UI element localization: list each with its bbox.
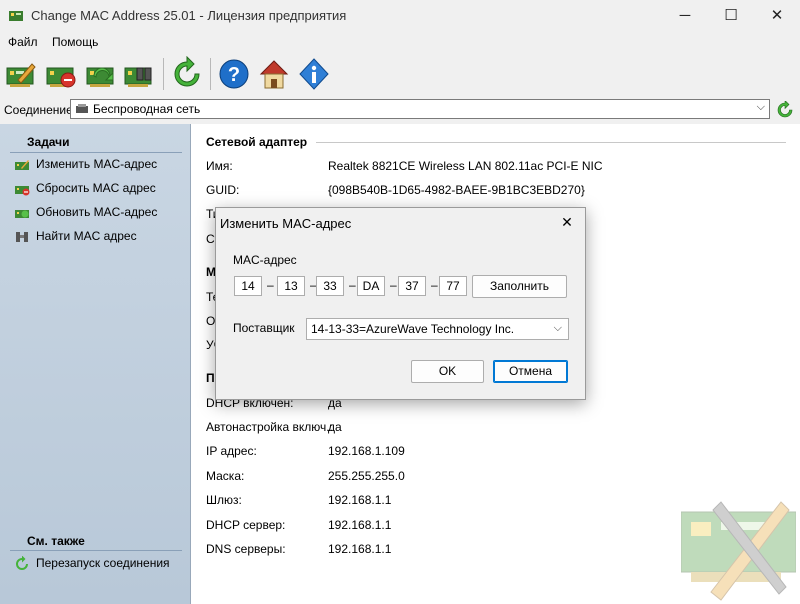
minimize-button[interactable]: ─	[662, 0, 708, 32]
autoconfig-value: да	[328, 420, 342, 434]
adapter-name-label: Имя:	[206, 159, 233, 173]
subnet-mask-label: Маска:	[206, 469, 245, 483]
network-adapter-icon	[76, 104, 88, 113]
info-icon[interactable]	[297, 56, 331, 92]
connection-value: Беспроводная сеть	[93, 102, 201, 116]
menu-file[interactable]: Файл	[8, 35, 38, 49]
title-bar: Change MAC Address 25.01 - Лицензия пред…	[0, 0, 800, 32]
connection-select[interactable]: Беспроводная сеть ⌵	[70, 99, 770, 119]
reset-mac-icon	[15, 186, 30, 196]
connection-row: Соединение: Беспроводная сеть ⌵	[0, 96, 800, 124]
reset-mac-icon[interactable]	[44, 56, 78, 92]
ip-address-label: IP адрес:	[206, 444, 257, 458]
mac-separator: –	[431, 278, 438, 292]
dhcp-server-label: DHCP сервер:	[206, 518, 286, 532]
mac-separator: –	[267, 278, 274, 292]
dialog-title: Изменить MAC-адрес	[220, 216, 352, 231]
autoconfig-label: Автонастройка включ.:	[206, 420, 333, 434]
tasks-panel: Задачи Изменить MAC-адрес Сбросить MAC а…	[0, 124, 191, 604]
mac-octet-4-input[interactable]: DA	[357, 276, 385, 296]
mac-address-label: MAC-адрес	[233, 253, 297, 267]
svg-text:?: ?	[228, 64, 240, 86]
toolbar-separator	[163, 58, 164, 90]
cancel-button[interactable]: Отмена	[493, 360, 568, 383]
chevron-down-icon: ⌵	[553, 322, 562, 334]
app-icon	[9, 11, 23, 21]
gateway-value: 192.168.1.1	[328, 493, 392, 507]
change-mac-icon[interactable]	[4, 56, 38, 92]
task-label: Сбросить MAC адрес	[36, 181, 156, 195]
menu-help[interactable]: Помощь	[52, 35, 98, 49]
subnet-mask-value: 255.255.255.0	[328, 469, 405, 483]
mac-separator: –	[349, 278, 356, 292]
close-button[interactable]: ✕	[754, 0, 800, 32]
update-mac-icon	[15, 210, 29, 218]
params-section-title: П	[206, 371, 215, 385]
home-icon[interactable]	[257, 56, 291, 92]
window-title: Change MAC Address 25.01 - Лицензия пред…	[31, 8, 347, 23]
chevron-down-icon: ⌵	[756, 101, 765, 113]
tasks-heading: Задачи	[27, 135, 70, 149]
mac-octet-2-input[interactable]: 13	[277, 276, 305, 296]
adapter-guid-label: GUID:	[206, 183, 240, 197]
mac-separator: –	[390, 278, 397, 292]
find-mac-icon[interactable]	[122, 56, 156, 92]
adapter-guid-value: {098B540B-1D65-4982-BAEE-9B1BC3EBD270}	[328, 183, 585, 197]
fill-button[interactable]: Заполнить	[472, 275, 567, 298]
adapter-section-title: Сетевой адаптер	[206, 135, 308, 149]
update-mac-icon[interactable]	[84, 56, 118, 92]
refresh-icon[interactable]	[170, 56, 204, 92]
toolbar-separator	[210, 58, 211, 90]
dhcp-server-value: 192.168.1.1	[328, 518, 392, 532]
binoculars-icon	[16, 232, 28, 242]
task-label: Изменить MAC-адрес	[36, 157, 158, 171]
vendor-label: Поставщик	[233, 321, 295, 335]
section-divider	[316, 142, 786, 143]
change-mac-dialog: Изменить MAC-адрес ✕ MAC-адрес 14 – 13 –…	[215, 207, 586, 400]
help-icon[interactable]: ?	[217, 56, 251, 92]
gateway-label: Шлюз:	[206, 493, 242, 507]
change-mac-icon	[15, 160, 29, 170]
see-also-label: Перезапуск соединения	[36, 556, 170, 570]
dns-servers-label: DNS серверы:	[206, 542, 286, 556]
mac-octet-3-input[interactable]: 33	[316, 276, 344, 296]
menu-bar: Файл Помощь	[0, 32, 800, 52]
toolbar: ?	[0, 52, 800, 97]
mac-octet-6-input[interactable]: 77	[439, 276, 467, 296]
dialog-close-button[interactable]: ✕	[555, 211, 579, 233]
task-label: Обновить MAC-адрес	[36, 205, 158, 219]
mac-octet-1-input[interactable]: 14	[234, 276, 262, 296]
mac-octet-5-input[interactable]: 37	[398, 276, 426, 296]
ok-button[interactable]: OK	[411, 360, 484, 383]
refresh-icon	[16, 556, 28, 570]
tasks-divider	[10, 152, 182, 153]
ip-address-value: 192.168.1.109	[328, 444, 405, 458]
adapter-name-value: Realtek 8821CE Wireless LAN 802.11ac PCI…	[328, 159, 603, 173]
refresh-connections-icon[interactable]	[776, 101, 794, 119]
network-card-tools-watermark	[681, 501, 796, 601]
maximize-button[interactable]: ☐	[708, 0, 754, 32]
dns-servers-value: 192.168.1.1	[328, 542, 392, 556]
connection-label: Соединение:	[4, 103, 77, 117]
vendor-value: 14-13-33=AzureWave Technology Inc.	[311, 322, 515, 336]
see-also-divider	[10, 550, 182, 551]
task-label: Найти MAC адрес	[36, 229, 137, 243]
vendor-select[interactable]: 14-13-33=AzureWave Technology Inc. ⌵	[306, 318, 569, 340]
see-also-heading: См. также	[27, 534, 85, 548]
